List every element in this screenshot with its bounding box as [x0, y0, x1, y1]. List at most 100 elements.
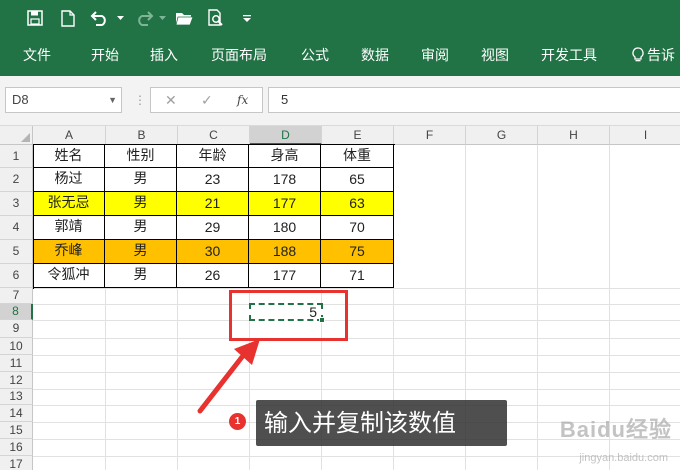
column-header[interactable]: G [466, 126, 538, 145]
row-header[interactable]: 17 [0, 456, 33, 470]
cell-gender[interactable]: 男 [105, 240, 177, 264]
name-box[interactable]: D8 ▼ [5, 87, 122, 113]
row-header[interactable]: 7 [0, 288, 33, 304]
undo-dropdown-icon[interactable] [115, 6, 125, 30]
row-header[interactable]: 9 [0, 320, 33, 338]
print-preview-icon[interactable] [205, 6, 227, 30]
open-folder-icon[interactable] [173, 6, 195, 30]
cell-weight[interactable]: 70 [321, 216, 394, 240]
gridline [33, 288, 680, 289]
row-header[interactable]: 4 [0, 216, 33, 240]
cell-age[interactable]: 29 [177, 216, 249, 240]
cell-name[interactable]: 郭靖 [33, 216, 105, 240]
cell-height[interactable]: 188 [249, 240, 321, 264]
cell-age[interactable]: 26 [177, 264, 249, 288]
formula-input[interactable]: 5 [268, 87, 680, 113]
redo-dropdown-icon[interactable] [157, 6, 167, 30]
column-header[interactable]: H [538, 126, 610, 145]
chevron-down-icon[interactable]: ▼ [108, 88, 117, 112]
tab-page-layout[interactable]: 页面布局 [211, 36, 267, 76]
cell-gender[interactable]: 男 [105, 168, 177, 192]
tab-developer[interactable]: 开发工具 [541, 36, 597, 76]
cell-weight[interactable]: 71 [321, 264, 394, 288]
cell-gender[interactable]: 男 [105, 264, 177, 288]
cell-weight[interactable]: 63 [321, 192, 394, 216]
row-header[interactable]: 5 [0, 240, 33, 264]
watermark-url: jingyan.baidu.com [579, 452, 668, 464]
header-cell-age[interactable]: 年龄 [177, 145, 249, 168]
cell-name[interactable]: 令狐冲 [33, 264, 105, 288]
row-header-selected[interactable]: 8 [0, 304, 33, 320]
redo-icon[interactable] [131, 6, 155, 30]
row-header[interactable]: 14 [0, 405, 33, 422]
new-file-icon[interactable] [57, 6, 79, 30]
table-border-top [33, 144, 395, 145]
enter-icon[interactable]: ✓ [201, 88, 213, 112]
cell-age[interactable]: 23 [177, 168, 249, 192]
header-cell-gender[interactable]: 性别 [105, 145, 177, 168]
cell-height[interactable]: 178 [249, 168, 321, 192]
formula-buttons: ✕ ✓ fx [150, 87, 263, 113]
tab-home[interactable]: 开始 [91, 36, 119, 76]
cancel-icon[interactable]: ✕ [165, 88, 177, 112]
tab-formulas[interactable]: 公式 [301, 36, 329, 76]
tell-me-label: 告诉 [647, 48, 675, 64]
drag-handle-icon[interactable]: ⋮ [134, 91, 146, 109]
ribbon-tab-bar: 文件 开始 插入 页面布局 公式 数据 审阅 视图 开发工具 告诉 [0, 36, 680, 76]
column-header[interactable]: B [106, 126, 178, 145]
column-header-selected[interactable]: D [250, 126, 322, 145]
instruction-callout: 输入并复制该数值 [256, 400, 507, 446]
cell-age[interactable]: 30 [177, 240, 249, 264]
cell-name[interactable]: 乔峰 [33, 240, 105, 264]
tab-review[interactable]: 审阅 [421, 36, 449, 76]
save-icon[interactable] [24, 6, 46, 30]
gridline [33, 389, 680, 390]
cell-gender[interactable]: 男 [105, 216, 177, 240]
gridline [33, 338, 680, 339]
header-cell-weight[interactable]: 体重 [321, 145, 394, 168]
cell-weight[interactable]: 65 [321, 168, 394, 192]
row-header[interactable]: 10 [0, 338, 33, 355]
cell-height[interactable]: 177 [249, 192, 321, 216]
cell-weight[interactable]: 75 [321, 240, 394, 264]
column-header[interactable]: F [394, 126, 466, 145]
gridline [33, 355, 680, 356]
insert-function-icon[interactable]: fx [237, 88, 248, 112]
column-header[interactable]: I [610, 126, 680, 145]
cell-gender[interactable]: 男 [105, 192, 177, 216]
row-header[interactable]: 12 [0, 372, 33, 389]
column-header[interactable]: C [178, 126, 250, 145]
lightbulb-icon [632, 47, 644, 62]
gridline [33, 320, 680, 321]
cell-name[interactable]: 杨过 [33, 168, 105, 192]
tab-view[interactable]: 视图 [481, 36, 509, 76]
row-header[interactable]: 13 [0, 389, 33, 405]
row-header[interactable]: 11 [0, 355, 33, 372]
row-header[interactable]: 2 [0, 168, 33, 192]
cell-age[interactable]: 21 [177, 192, 249, 216]
column-header[interactable]: A [33, 126, 106, 145]
tab-data[interactable]: 数据 [361, 36, 389, 76]
column-header[interactable]: E [322, 126, 394, 145]
gridline [33, 304, 680, 305]
customize-icon[interactable] [240, 6, 254, 30]
row-header[interactable]: 1 [0, 145, 33, 168]
header-cell-height[interactable]: 身高 [249, 145, 321, 168]
row-header[interactable]: 15 [0, 422, 33, 439]
table-border-left [33, 144, 34, 289]
cell-name[interactable]: 张无忌 [33, 192, 105, 216]
undo-icon[interactable] [89, 6, 113, 30]
cell-height[interactable]: 177 [249, 264, 321, 288]
cell-height[interactable]: 180 [249, 216, 321, 240]
formula-bar-area: D8 ▼ ⋮ ✕ ✓ fx 5 [0, 76, 680, 126]
select-all-button[interactable] [0, 126, 33, 145]
tab-insert[interactable]: 插入 [150, 36, 178, 76]
quick-access-toolbar [0, 0, 680, 36]
header-cell-name[interactable]: 姓名 [33, 145, 105, 168]
row-header[interactable]: 16 [0, 439, 33, 456]
tab-file[interactable]: 文件 [23, 36, 51, 76]
gridline [33, 372, 680, 373]
row-header[interactable]: 6 [0, 264, 33, 288]
tab-tell-me[interactable]: 告诉 [632, 36, 675, 76]
row-header[interactable]: 3 [0, 192, 33, 216]
